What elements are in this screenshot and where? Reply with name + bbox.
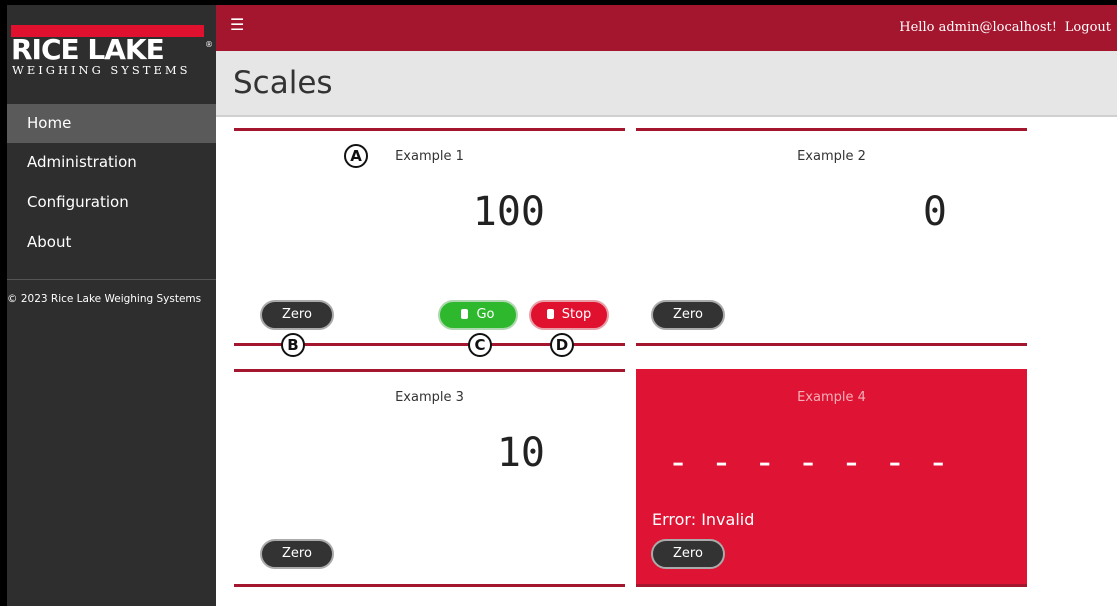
sidebar-item-configuration[interactable]: Configuration (7, 183, 216, 222)
scale-error-message: Error: Invalid (652, 510, 755, 529)
page-header: Scales (216, 51, 1117, 117)
sidebar: RICE LAKE ® WEIGHING SYSTEMS Home Admini… (7, 5, 216, 606)
hamburger-menu-icon[interactable]: ☰ (230, 16, 244, 34)
stop-button[interactable]: Stop (529, 300, 609, 330)
scale-weight-display: 100 (472, 189, 545, 235)
scale-name: Example 3 (395, 390, 464, 405)
zero-button[interactable]: Zero (651, 300, 725, 330)
zero-button[interactable]: Zero (260, 300, 334, 330)
callout-d: D (550, 333, 574, 357)
scale-weight-display: 10 (496, 430, 545, 476)
go-button-label: Go (476, 307, 495, 322)
copyright-text: © 2023 Rice Lake Weighing Systems (7, 293, 202, 305)
zero-button[interactable]: Zero (651, 539, 725, 569)
scale-weight-display: - - - - - - - (667, 442, 949, 483)
sidebar-item-about[interactable]: About (7, 223, 216, 262)
app-window: RICE LAKE ® WEIGHING SYSTEMS Home Admini… (7, 5, 1117, 606)
top-navbar: ☰ Hello admin@localhost! Logout (216, 5, 1117, 51)
logo-tagline: WEIGHING SYSTEMS (12, 63, 191, 77)
logo-registered-mark: ® (205, 40, 213, 49)
sidebar-item-administration[interactable]: Administration (7, 143, 216, 182)
scale-card: Example 1 100 Zero Go Stop (234, 128, 625, 346)
callout-b: B (281, 333, 305, 357)
lock-icon (461, 309, 469, 319)
callout-a: A (344, 144, 368, 168)
scale-name: Example 2 (797, 149, 866, 164)
scale-card: Example 3 10 Zero (234, 369, 625, 587)
stop-button-label: Stop (561, 307, 592, 322)
scale-card-error: Example 4 - - - - - - - Error: Invalid Z… (636, 369, 1027, 587)
user-greeting: Hello admin@localhost! (899, 20, 1057, 35)
sidebar-divider (7, 279, 216, 280)
lock-icon (546, 309, 554, 319)
page-title: Scales (233, 65, 333, 101)
scale-name: Example 1 (395, 149, 464, 164)
logo-wordmark: RICE LAKE (11, 33, 165, 66)
logout-link[interactable]: Logout (1065, 20, 1111, 35)
rice-lake-logo: RICE LAKE ® WEIGHING SYSTEMS (7, 5, 216, 103)
zero-button[interactable]: Zero (260, 539, 334, 569)
scale-weight-display: 0 (922, 189, 947, 235)
scale-name: Example 4 (797, 390, 866, 405)
go-button[interactable]: Go (438, 300, 518, 330)
scale-card: Example 2 0 Zero (636, 128, 1027, 346)
callout-c: C (468, 333, 492, 357)
sidebar-item-home[interactable]: Home (7, 104, 216, 143)
